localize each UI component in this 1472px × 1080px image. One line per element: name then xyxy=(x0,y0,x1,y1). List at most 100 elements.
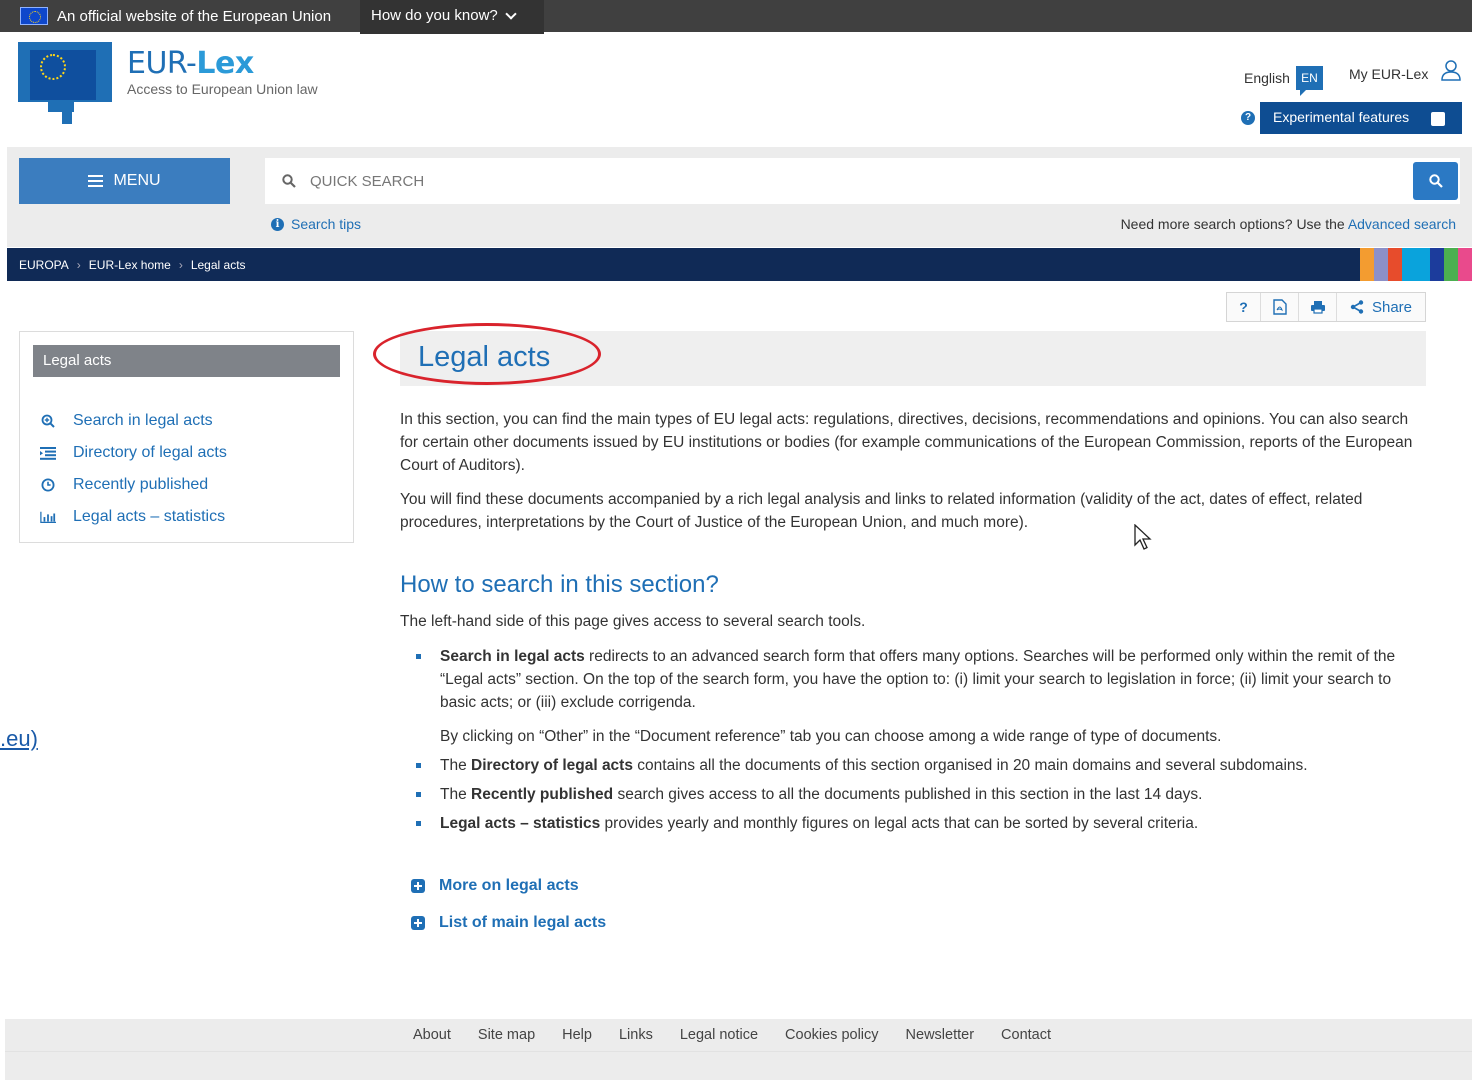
intro-paragraph-2: You will find these documents accompanie… xyxy=(400,491,1363,531)
partial-link[interactable]: .eu) xyxy=(0,726,38,752)
advanced-search-hint: Need more search options? Use the Advanc… xyxy=(1120,216,1456,232)
eu-stars-icon xyxy=(40,54,66,80)
color-stripes xyxy=(1360,248,1472,281)
list-item: Search in legal acts redirects to an adv… xyxy=(400,645,1426,748)
eu-top-bar: An official website of the European Unio… xyxy=(0,0,1472,34)
footer-link[interactable]: Links xyxy=(619,1027,653,1043)
language-code-badge: EN xyxy=(1295,66,1323,96)
footer-links: About Site map Help Links Legal notice Cookie… xyxy=(413,1027,1078,1043)
bullet-subnote: By clicking on “Other” in the “Document … xyxy=(440,728,1222,745)
brand-title: EUR-Lex xyxy=(127,46,254,81)
bar-chart-icon xyxy=(40,509,56,525)
breadcrumb-europa[interactable]: EUROPA xyxy=(19,258,69,272)
quick-search-input[interactable] xyxy=(310,168,1400,194)
experimental-features-toggle[interactable]: Experimental features xyxy=(1260,102,1462,134)
color-stripe xyxy=(1458,248,1472,281)
share-icon xyxy=(1350,300,1364,314)
sidebar-item-label: Directory of legal acts xyxy=(73,444,227,461)
brand[interactable]: EUR-Lex Access to European Union law xyxy=(127,46,318,97)
share-label: Share xyxy=(1371,298,1413,316)
experimental-features-checkbox[interactable] xyxy=(1431,112,1445,126)
breadcrumb-separator-icon: › xyxy=(178,258,183,272)
my-eurlex-label: My EUR-Lex xyxy=(1349,66,1429,82)
how-to-search-heading: How to search in this section? xyxy=(400,571,719,598)
list-icon xyxy=(40,445,56,461)
mouse-cursor-icon xyxy=(1134,524,1152,550)
sidebar-item-label: Legal acts – statistics xyxy=(73,508,226,525)
eurlex-logo[interactable] xyxy=(18,42,112,102)
how-to-search-intro: The left-hand side of this page gives ac… xyxy=(400,613,866,630)
hamburger-icon xyxy=(88,175,104,187)
sidebar-item-recently-published[interactable]: Recently published xyxy=(40,469,227,501)
breadcrumb-current: Legal acts xyxy=(190,258,246,272)
print-icon xyxy=(1310,301,1325,314)
pdf-icon xyxy=(1272,299,1287,315)
page-tools: ? Share xyxy=(1226,292,1426,322)
list-item: The Directory of legal acts contains all… xyxy=(400,754,1426,777)
color-stripe xyxy=(1388,248,1402,281)
bullet-term-directory: Directory of legal acts xyxy=(471,757,633,774)
list-of-main-legal-acts-label: List of main legal acts xyxy=(439,914,607,931)
search-tips-label: Search tips xyxy=(291,216,362,232)
list-of-main-legal-acts-toggle[interactable]: List of main legal acts xyxy=(411,914,606,932)
language-selector[interactable]: English EN xyxy=(1244,66,1323,96)
footer-link[interactable]: Cookies policy xyxy=(785,1027,879,1043)
search-icon xyxy=(282,174,296,188)
sidebar-item-legal-acts-statistics[interactable]: Legal acts – statistics xyxy=(40,501,227,533)
search-icon xyxy=(1428,174,1443,188)
eu-flag-icon xyxy=(20,7,48,25)
color-stripe xyxy=(1444,248,1458,281)
list-item: Legal acts – statistics provides yearly … xyxy=(400,812,1426,835)
my-eurlex-link[interactable]: My EUR-Lex xyxy=(1349,60,1462,82)
menu-button[interactable]: MENU xyxy=(19,158,230,204)
search-tips-link[interactable]: i Search tips xyxy=(271,216,361,232)
experimental-features-label: Experimental features xyxy=(1273,109,1410,125)
footer-link[interactable]: Newsletter xyxy=(906,1027,975,1043)
breadcrumb-eurlex-home[interactable]: EUR-Lex home xyxy=(89,258,171,272)
experimental-help-icon[interactable]: ? xyxy=(1241,111,1255,125)
menu-label: MENU xyxy=(113,172,161,189)
color-stripe xyxy=(1416,248,1430,281)
footer-link[interactable]: Site map xyxy=(478,1027,535,1043)
help-button[interactable]: ? xyxy=(1227,293,1261,321)
eu-official-text: An official website of the European Unio… xyxy=(57,7,332,25)
search-tools-list: Search in legal acts redirects to an adv… xyxy=(400,645,1426,835)
advanced-search-link[interactable]: Advanced search xyxy=(1348,216,1456,232)
print-button[interactable] xyxy=(1299,293,1337,321)
bullet-term-recently-published: Recently published xyxy=(471,786,614,803)
highlight-circle-annotation xyxy=(373,323,601,385)
footer-link[interactable]: Legal notice xyxy=(680,1027,758,1043)
quick-search-box xyxy=(265,158,1460,204)
sidebar-item-directory-of-legal-acts[interactable]: Directory of legal acts xyxy=(40,437,227,469)
sidebar: Legal acts Search in legal acts Director… xyxy=(19,331,354,543)
sidebar-list: Search in legal acts Directory of legal … xyxy=(40,405,227,533)
sidebar-item-search-in-legal-acts[interactable]: Search in legal acts xyxy=(40,405,227,437)
plus-square-icon xyxy=(411,879,425,893)
color-stripe xyxy=(1402,248,1416,281)
how-do-you-know-label: How do you know? xyxy=(371,7,498,24)
clock-icon xyxy=(40,477,56,493)
more-on-legal-acts-toggle[interactable]: More on legal acts xyxy=(411,877,579,895)
share-button[interactable]: Share xyxy=(1337,293,1425,321)
footer-link[interactable]: About xyxy=(413,1027,451,1043)
chevron-down-icon xyxy=(505,8,517,20)
footer-link[interactable]: Help xyxy=(562,1027,592,1043)
sidebar-item-label: Search in legal acts xyxy=(73,412,213,429)
color-stripe xyxy=(1430,248,1444,281)
bullet-term-search-in-legal-acts: Search in legal acts xyxy=(440,648,585,665)
intro-paragraph-1: In this section, you can find the main t… xyxy=(400,411,1413,474)
footer: About Site map Help Links Legal notice Cookie… xyxy=(5,1019,1472,1080)
main-content: In this section, you can find the main t… xyxy=(400,408,1426,841)
plus-square-icon xyxy=(411,916,425,930)
language-label: English xyxy=(1244,70,1290,86)
how-do-you-know-button[interactable]: How do you know? xyxy=(360,0,544,34)
info-icon: i xyxy=(271,217,284,231)
search-plus-icon xyxy=(40,413,56,429)
footer-link[interactable]: Contact xyxy=(1001,1027,1051,1043)
sidebar-heading: Legal acts xyxy=(33,345,340,377)
pdf-button[interactable] xyxy=(1261,293,1299,321)
search-submit-button[interactable] xyxy=(1413,162,1458,200)
breadcrumb-separator-icon: › xyxy=(76,258,81,272)
bullet-term-statistics: Legal acts – statistics xyxy=(440,815,601,832)
color-stripe xyxy=(1374,248,1388,281)
